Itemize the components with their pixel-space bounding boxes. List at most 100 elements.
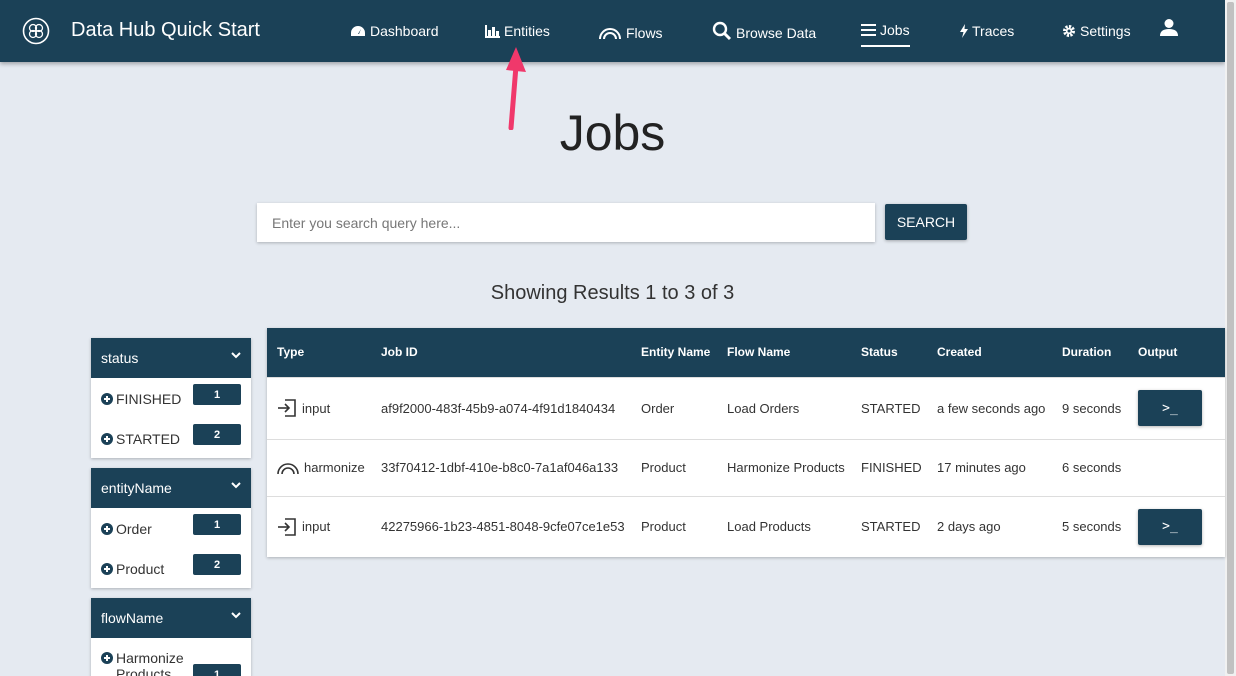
cell-status: FINISHED — [851, 438, 927, 496]
facet-item-label-wrap: Product — [101, 561, 164, 577]
facet-flow-name: flowName Harmonize Products 1 — [91, 598, 251, 676]
cell-duration: 5 seconds — [1052, 495, 1128, 557]
facet-item-started[interactable]: STARTED 2 — [91, 418, 251, 458]
bar-chart-icon — [485, 24, 500, 38]
facet-item-harmonize-products[interactable]: Harmonize Products 1 — [91, 638, 251, 676]
nav-flows[interactable]: Flows — [598, 22, 663, 44]
input-arrow-icon — [278, 517, 296, 536]
search-icon — [712, 21, 732, 41]
cell-job-id: 33f70412-1dbf-410e-b8c0-7a1af046a133 — [371, 438, 631, 496]
facet-item-label-wrap: STARTED — [101, 431, 180, 447]
search-input[interactable] — [257, 203, 875, 242]
plus-circle-icon — [101, 563, 113, 575]
facet-item-label-wrap: Order — [101, 521, 152, 537]
facet-item-label: Harmonize Products — [116, 650, 184, 676]
facet-item-label: Order — [116, 521, 152, 537]
column-header-status[interactable]: Status — [851, 328, 927, 377]
nav-entities-label: Entities — [504, 23, 550, 39]
cell-entity-name: Product — [631, 495, 717, 557]
cell-job-id: af9f2000-483f-45b9-a074-4f91d1840434 — [371, 376, 631, 439]
chevron-down-icon[interactable] — [231, 611, 241, 619]
plus-circle-icon — [101, 393, 113, 405]
nav-entities[interactable]: Entities — [485, 20, 550, 42]
jobs-table: Type Job ID Entity Name Flow Name Status… — [267, 328, 1225, 557]
facet-title: status — [101, 350, 139, 366]
bolt-icon — [960, 24, 968, 38]
type-label: input — [302, 400, 331, 416]
column-header-job-id[interactable]: Job ID — [371, 328, 631, 377]
top-navbar: Data Hub Quick Start Dashboard Entities … — [0, 0, 1225, 62]
facet-entity-name-header[interactable]: entityName — [91, 468, 251, 508]
type-cell-wrap: harmonize — [277, 460, 371, 475]
facet-item-label: STARTED — [116, 431, 181, 447]
nav-browse-data[interactable]: Browse Data — [712, 20, 816, 42]
cell-entity-name: Product — [631, 438, 717, 496]
cell-created: 17 minutes ago — [927, 438, 1052, 496]
column-header-entity-name[interactable]: Entity Name — [631, 328, 717, 377]
plus-circle-icon — [101, 523, 113, 535]
table-row[interactable]: input 42275966-1b23-4851-8048-9cfe07ce1e… — [267, 495, 1225, 557]
facet-title: flowName — [101, 610, 164, 626]
dashboard-gauge-icon — [351, 25, 365, 36]
facet-count-badge: 2 — [193, 424, 241, 445]
cell-created: a few seconds ago — [927, 376, 1052, 439]
column-header-flow-name[interactable]: Flow Name — [717, 328, 851, 377]
table-row[interactable]: input af9f2000-483f-45b9-a074-4f91d18404… — [267, 376, 1225, 439]
column-header-created[interactable]: Created — [927, 328, 1052, 377]
cell-status: STARTED — [851, 376, 927, 439]
facet-status: status FINISHED 1 STARTED 2 — [91, 338, 251, 458]
plus-circle-icon — [101, 652, 113, 664]
table-header-row: Type Job ID Entity Name Flow Name Status… — [267, 328, 1225, 377]
type-cell-wrap: input — [277, 517, 371, 536]
cell-output: >_ — [1128, 495, 1225, 557]
facet-item-order[interactable]: Order 1 — [91, 508, 251, 548]
scrollbar-thumb[interactable] — [1227, 2, 1234, 674]
nav-dashboard[interactable]: Dashboard — [350, 20, 439, 42]
cell-type: input — [267, 495, 371, 557]
facet-item-label: Product — [116, 561, 165, 577]
column-header-output[interactable]: Output — [1128, 328, 1225, 377]
nav-traces-label: Traces — [972, 23, 1015, 39]
facet-item-product[interactable]: Product 2 — [91, 548, 251, 588]
search-button[interactable]: SEARCH — [885, 204, 967, 240]
input-arrow-icon — [278, 399, 296, 417]
user-icon[interactable] — [1160, 19, 1178, 36]
list-icon — [861, 24, 876, 36]
cell-flow-name: Load Products — [717, 495, 851, 557]
rainbow-arc-icon — [277, 462, 299, 474]
facet-status-header[interactable]: status — [91, 338, 251, 378]
facet-flow-name-header[interactable]: flowName — [91, 598, 251, 638]
page-title: Jobs — [559, 105, 666, 161]
results-summary: Showing Results 1 to 3 of 3 — [490, 282, 735, 304]
cell-type: harmonize — [267, 438, 371, 496]
output-terminal-button[interactable]: >_ — [1138, 508, 1202, 545]
cell-type: input — [267, 376, 371, 439]
column-header-duration[interactable]: Duration — [1052, 328, 1128, 377]
facet-entity-name: entityName Order 1 Product 2 — [91, 468, 251, 588]
nav-jobs[interactable]: Jobs — [861, 20, 910, 47]
plus-circle-icon — [101, 433, 113, 445]
page-scrollbar[interactable] — [1225, 0, 1236, 676]
type-label: input — [302, 519, 331, 535]
facet-count-badge: 1 — [193, 664, 241, 676]
cell-job-id: 42275966-1b23-4851-8048-9cfe07ce1e53 — [371, 495, 631, 557]
column-header-type[interactable]: Type — [267, 328, 371, 377]
table-row[interactable]: harmonize 33f70412-1dbf-410e-b8c0-7a1af0… — [267, 438, 1225, 496]
nav-settings[interactable]: Settings — [1062, 20, 1131, 42]
cell-status: STARTED — [851, 495, 927, 557]
chevron-down-icon[interactable] — [231, 351, 241, 359]
facet-item-label-wrap: Harmonize Products — [101, 650, 191, 676]
chevron-down-icon[interactable] — [231, 481, 241, 489]
cell-output: >_ — [1128, 376, 1225, 439]
output-terminal-button[interactable]: >_ — [1138, 390, 1202, 426]
facet-count-badge: 1 — [193, 384, 241, 405]
molecule-logo-icon[interactable] — [22, 17, 50, 45]
cell-flow-name: Load Orders — [717, 376, 851, 439]
facet-count-badge: 1 — [193, 514, 241, 535]
app-title[interactable]: Data Hub Quick Start — [71, 19, 260, 42]
nav-traces[interactable]: Traces — [960, 20, 1014, 42]
nav-flows-label: Flows — [626, 25, 663, 41]
facet-item-finished[interactable]: FINISHED 1 — [91, 378, 251, 418]
nav-jobs-label: Jobs — [880, 22, 910, 38]
gear-icon — [1063, 25, 1075, 37]
